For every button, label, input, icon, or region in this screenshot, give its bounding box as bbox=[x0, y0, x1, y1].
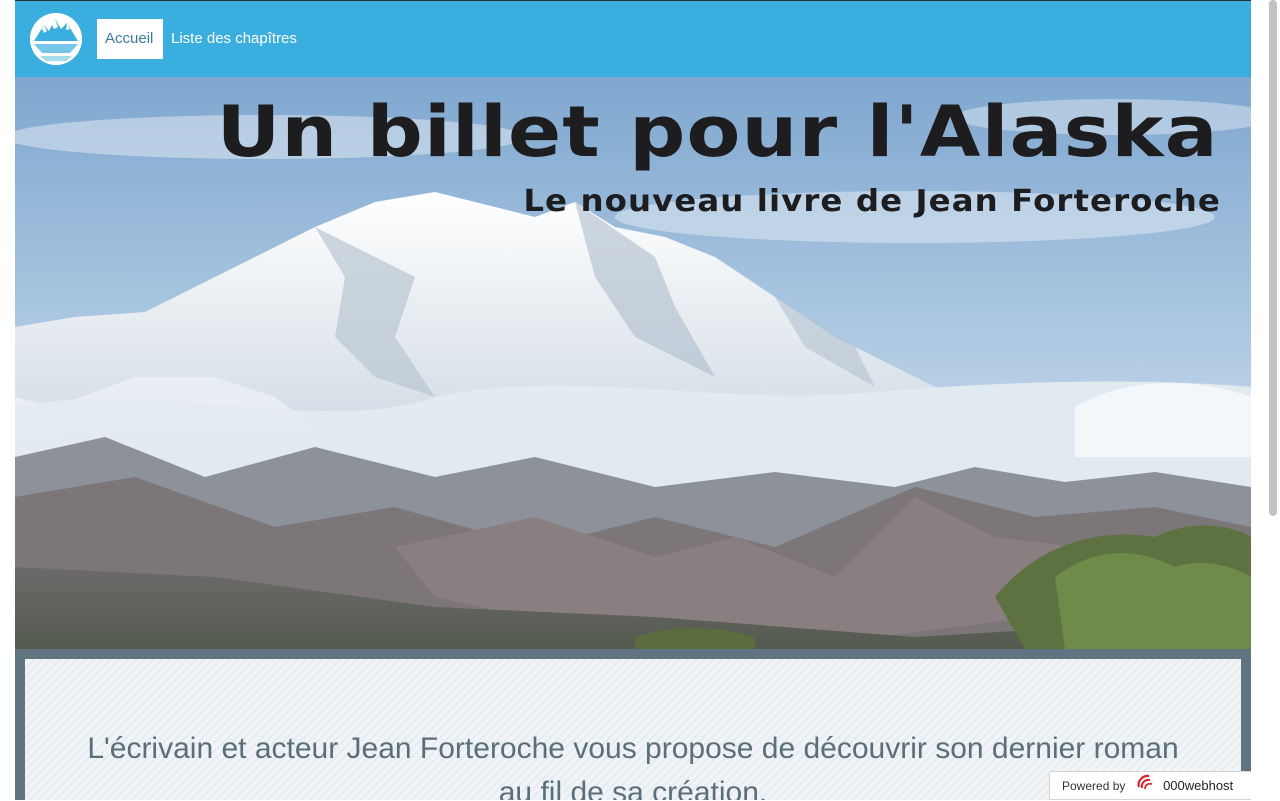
scrollbar[interactable] bbox=[1251, 0, 1280, 800]
mountain-logo-icon[interactable] bbox=[30, 13, 82, 65]
webhost-logo-icon bbox=[1135, 773, 1157, 801]
nav-item-accueil[interactable]: Accueil bbox=[97, 19, 163, 59]
page: Accueil Liste des chapîtres Un billet po… bbox=[15, 0, 1251, 800]
navbar: Accueil Liste des chapîtres bbox=[15, 0, 1251, 77]
webhost-brand: 000webhost bbox=[1163, 778, 1234, 793]
intro-text: L'écrivain et acteur Jean Forteroche vou… bbox=[87, 732, 1179, 800]
hero-title: Un billet pour l'Alaska bbox=[216, 91, 1219, 173]
powered-by-badge[interactable]: Powered by 000webhost bbox=[1049, 771, 1253, 800]
hero-banner: Un billet pour l'Alaska Le nouveau livre… bbox=[15, 77, 1251, 649]
powered-by-label: Powered by bbox=[1062, 779, 1126, 793]
nav-item-chapter-list[interactable]: Liste des chapîtres bbox=[163, 19, 305, 59]
hero-subtitle: Le nouveau livre de Jean Forteroche bbox=[523, 184, 1221, 219]
scrollbar-thumb[interactable] bbox=[1269, 0, 1277, 516]
